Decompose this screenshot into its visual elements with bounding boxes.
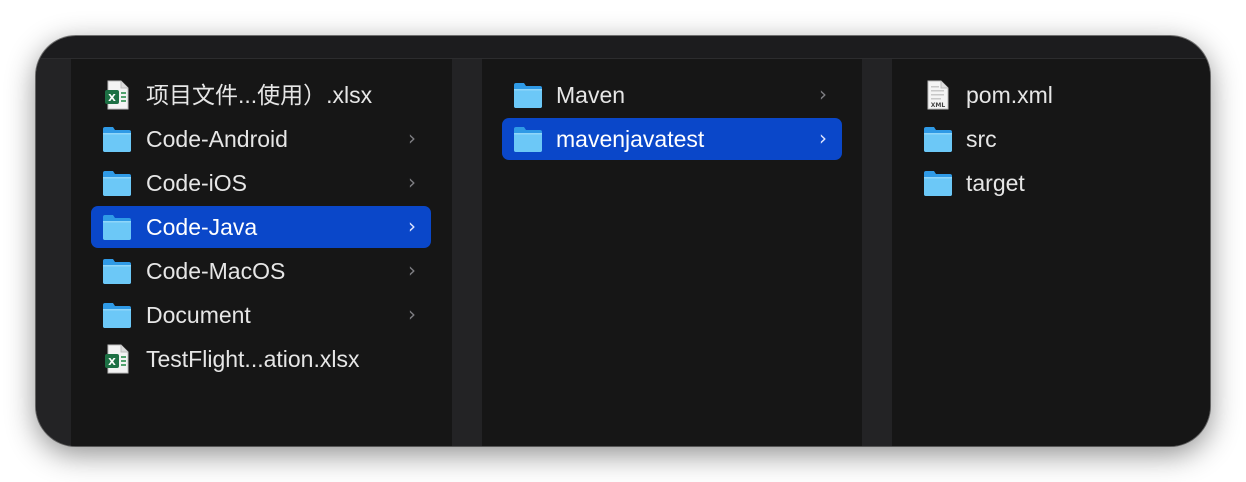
folder-icon (513, 80, 543, 110)
folder-icon (513, 124, 543, 154)
folder-icon (102, 124, 132, 154)
folder-icon (102, 256, 132, 286)
item-label: mavenjavatest (556, 126, 705, 152)
item-label: Maven (556, 82, 626, 108)
svg-text:X: X (108, 357, 116, 368)
xml-file-icon: XML (923, 80, 953, 110)
column-1-row[interactable]: Code-iOS › (91, 162, 431, 204)
column-1-row[interactable]: Code-MacOS › (91, 250, 431, 292)
item-label: Code-Android (146, 126, 288, 152)
column-gutter-left (36, 59, 71, 446)
column-3-row[interactable]: target (912, 162, 1202, 204)
column-1-row-selected[interactable]: Code-Java › (91, 206, 431, 248)
folder-icon (923, 168, 953, 198)
item-label: pom.xml (966, 82, 1053, 108)
column-3[interactable]: XML pom.xml src target (892, 59, 1210, 446)
column-divider[interactable] (452, 59, 482, 446)
column-1-row[interactable]: X TestFlight...ation.xlsx (91, 338, 431, 380)
svg-text:XML: XML (931, 102, 946, 109)
item-label: Code-Java (146, 214, 258, 240)
finder-window: X 项目文件...使用）.xlsx Code-Android › Code-iO… (36, 36, 1210, 446)
item-label: 项目文件...使用）.xlsx (146, 82, 373, 108)
item-label: TestFlight...ation.xlsx (146, 346, 360, 372)
chevron-right-icon: › (408, 302, 416, 326)
excel-file-icon: X (102, 344, 132, 374)
folder-icon (102, 212, 132, 242)
folder-icon (923, 124, 953, 154)
item-label: Code-iOS (146, 170, 247, 196)
chevron-right-icon: › (819, 126, 827, 150)
column-divider[interactable] (862, 59, 892, 446)
excel-file-icon: X (102, 80, 132, 110)
chevron-right-icon: › (408, 258, 416, 282)
column-2-row[interactable]: Maven › (502, 74, 842, 116)
item-label: target (966, 170, 1025, 196)
column-2-row-selected[interactable]: mavenjavatest › (502, 118, 842, 160)
chevron-right-icon: › (408, 214, 416, 238)
column-1-row[interactable]: Document › (91, 294, 431, 336)
item-label: src (966, 126, 997, 152)
item-label: Code-MacOS (146, 258, 286, 284)
column-3-row[interactable]: src (912, 118, 1202, 160)
chevron-right-icon: › (408, 126, 416, 150)
column-1-row[interactable]: X 项目文件...使用）.xlsx (91, 74, 431, 116)
folder-icon (102, 168, 132, 198)
column-3-row[interactable]: XML pom.xml (912, 74, 1202, 116)
item-label: Document (146, 302, 251, 328)
chevron-right-icon: › (819, 82, 827, 106)
column-1-row[interactable]: Code-Android › (91, 118, 431, 160)
folder-icon (102, 300, 132, 330)
chevron-right-icon: › (408, 170, 416, 194)
svg-text:X: X (108, 93, 116, 104)
column-1[interactable]: X 项目文件...使用）.xlsx Code-Android › Code-iO… (71, 59, 452, 446)
column-2[interactable]: Maven › mavenjavatest › (482, 59, 862, 446)
